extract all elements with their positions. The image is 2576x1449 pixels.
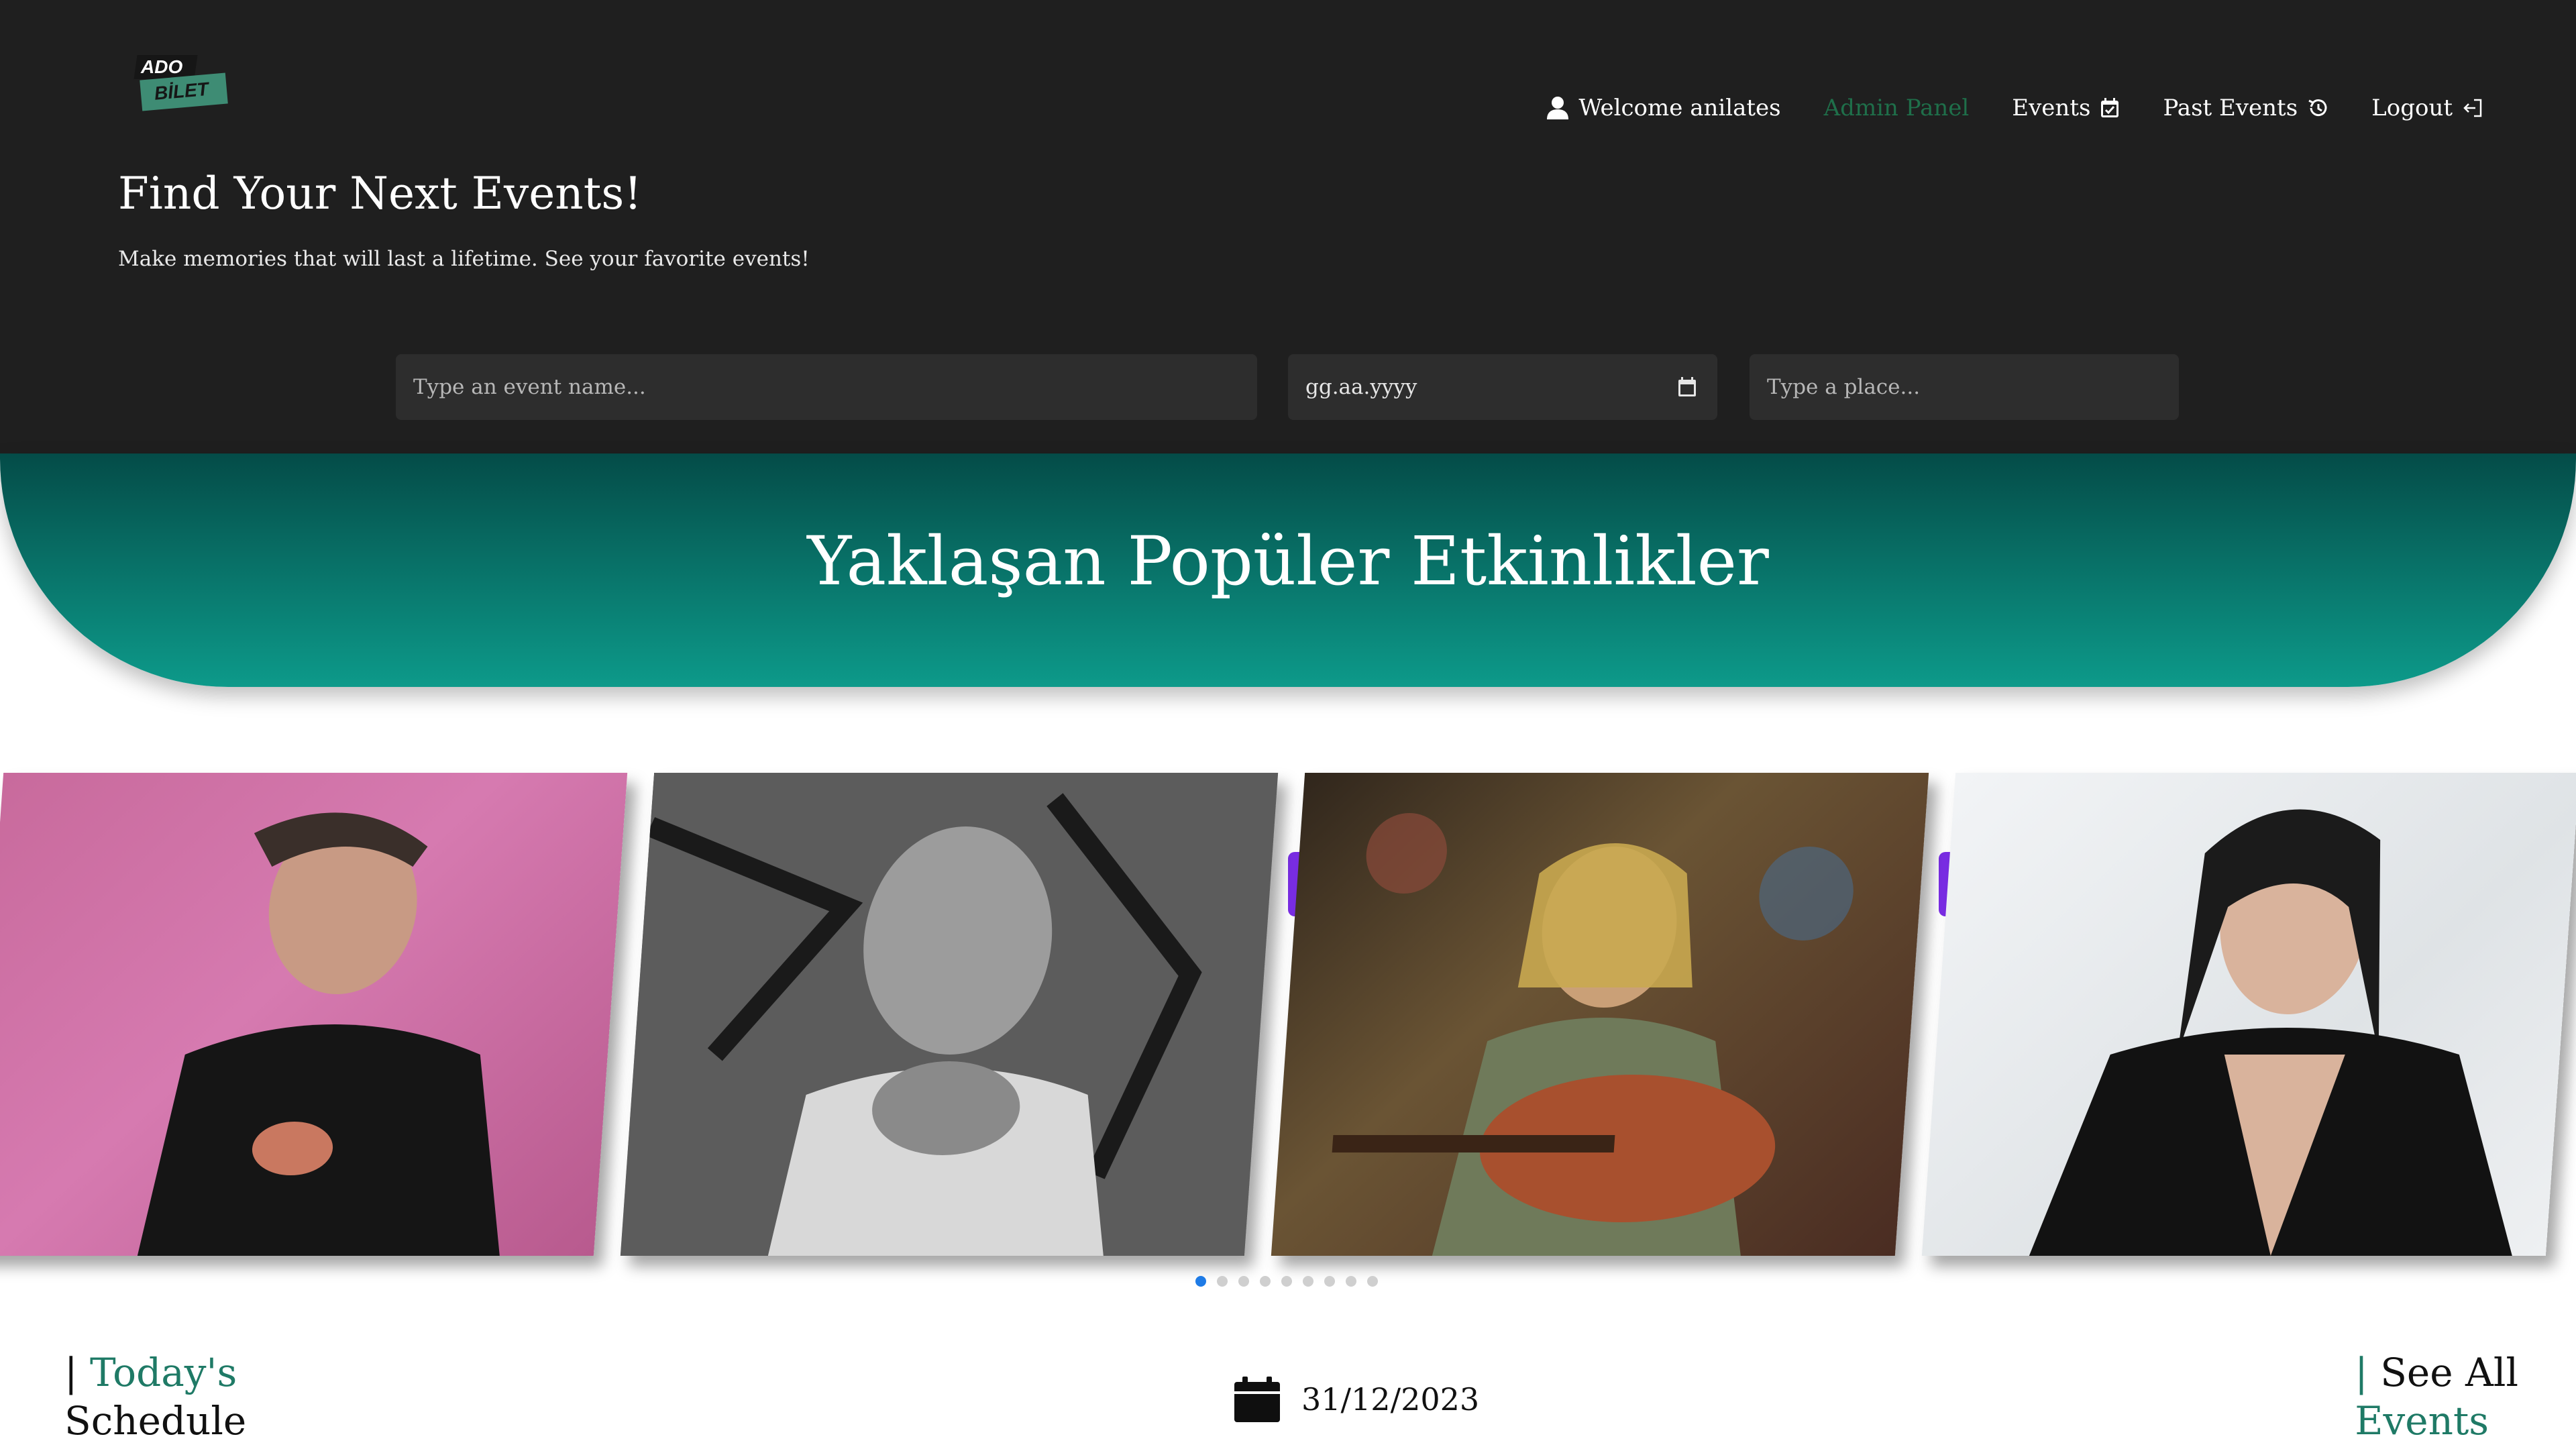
event-card-image[interactable] — [620, 773, 1279, 1256]
site-header: ADO BİLET Welcome anilates Admin Panel E… — [0, 0, 2576, 453]
carousel-dot[interactable] — [1260, 1276, 1271, 1287]
admin-panel-link[interactable]: Admin Panel — [1824, 95, 1970, 121]
event-photo — [2029, 809, 2512, 1256]
carousel-dot[interactable] — [1217, 1276, 1228, 1287]
schedule-date-value: 31/12/2023 — [1301, 1381, 1480, 1417]
carousel-dot[interactable] — [1324, 1276, 1335, 1287]
carousel-dot[interactable] — [1303, 1276, 1313, 1287]
logout-link[interactable]: Logout — [2371, 95, 2483, 121]
logo-top-text: ADO — [141, 56, 183, 77]
event-photo — [1332, 813, 1854, 1256]
carousel-dot[interactable] — [1281, 1276, 1292, 1287]
event-card-image[interactable] — [1271, 773, 1929, 1256]
heading-bar: | — [64, 1350, 78, 1395]
see-all-events-link[interactable]: | See All Events — [2355, 1348, 2518, 1445]
past-events-link[interactable]: Past Events — [2163, 95, 2328, 121]
carousel-dot[interactable] — [1367, 1276, 1378, 1287]
todays-schedule-heading: | Today's Schedule — [64, 1348, 246, 1445]
welcome-user[interactable]: Welcome anilates — [1546, 95, 1781, 121]
welcome-label: Welcome anilates — [1578, 95, 1781, 121]
calendar-icon[interactable] — [1677, 376, 1697, 398]
event-name-input[interactable] — [396, 375, 1257, 399]
heading-bar: | — [2355, 1350, 2368, 1395]
logo-bottom-block: BİLET — [140, 72, 228, 111]
date-search[interactable]: gg.aa.yyyy — [1288, 354, 1717, 420]
event-photo — [137, 812, 500, 1256]
see-all-label: See All — [2380, 1350, 2518, 1395]
place-search[interactable] — [1750, 354, 2179, 420]
event-card-image[interactable] — [0, 773, 628, 1256]
todays-label: Today's — [89, 1350, 237, 1395]
main-nav: Welcome anilates Admin Panel Events Past… — [1503, 87, 2483, 129]
logout-label: Logout — [2371, 95, 2453, 121]
hero-title: Find Your Next Events! — [118, 168, 642, 219]
carousel-dot[interactable] — [1238, 1276, 1249, 1287]
event-photo — [620, 773, 1279, 1256]
ado-bilet-logo[interactable]: ADO BİLET — [131, 52, 232, 117]
popular-events-title: Yaklaşan Popüler Etkinlikler — [807, 522, 1769, 600]
logo-bottom-text: BİLET — [153, 78, 209, 104]
carousel-pagination — [1195, 1276, 1378, 1287]
logout-icon — [2463, 99, 2482, 117]
history-icon — [2308, 99, 2327, 117]
place-input[interactable] — [1750, 375, 2179, 399]
date-input[interactable]: gg.aa.yyyy — [1288, 375, 1677, 399]
events-link[interactable]: Events — [2012, 95, 2120, 121]
calendar-icon — [1234, 1377, 1280, 1422]
event-name-search[interactable] — [396, 354, 1257, 420]
admin-panel-label: Admin Panel — [1823, 95, 1970, 121]
hero-subtitle: Make memories that will last a lifetime.… — [118, 247, 810, 271]
schedule-date[interactable]: 31/12/2023 — [1233, 1375, 1479, 1424]
events-carousel[interactable] — [0, 758, 2576, 1268]
events-label: Events — [2012, 95, 2091, 121]
carousel-dot[interactable] — [1195, 1276, 1206, 1287]
event-card-image[interactable] — [1921, 773, 2576, 1256]
user-icon — [1547, 97, 1569, 119]
past-events-label: Past Events — [2163, 95, 2298, 121]
calendar-check-icon — [2101, 98, 2119, 117]
events-label: Events — [2355, 1398, 2489, 1444]
schedule-label: Schedule — [64, 1398, 247, 1444]
carousel-dot[interactable] — [1346, 1276, 1356, 1287]
